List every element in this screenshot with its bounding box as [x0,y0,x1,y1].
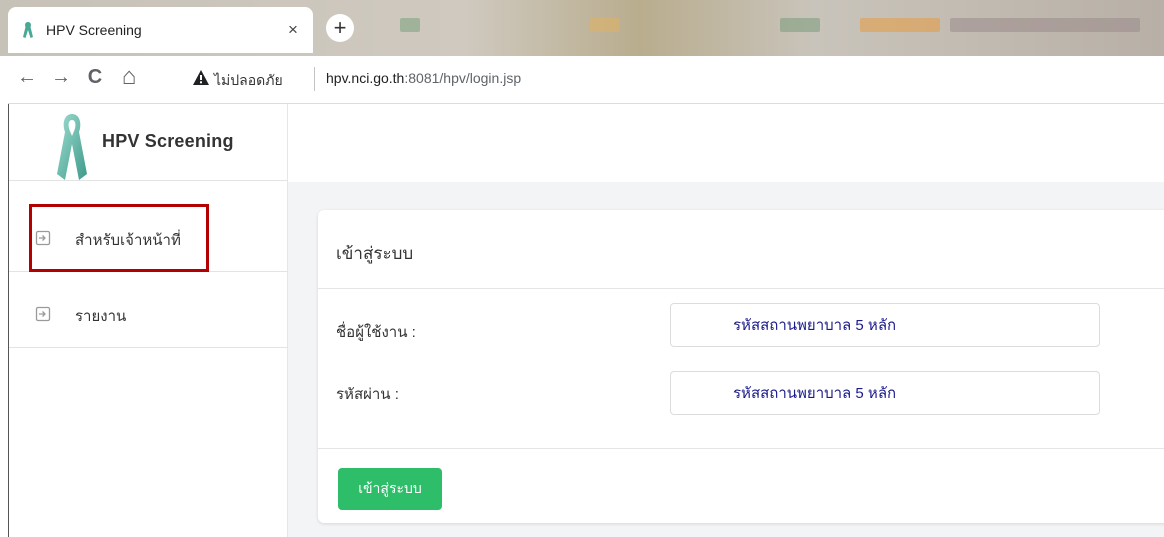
browser-toolbar: ← → C ⌂ ไม่ปลอดภัย hpv.nci.go.th:8081/hp… [8,56,1164,104]
blurred-bookmark [780,18,820,32]
blurred-bookmark [950,18,1140,32]
new-tab-button[interactable]: + [326,14,354,42]
warning-triangle-icon[interactable] [192,69,210,87]
brand-header[interactable]: HPV Screening [9,104,288,181]
forward-arrow-icon[interactable]: → [48,66,74,89]
sidebar-item-report[interactable]: รายงาน [9,280,288,348]
card-divider [318,288,1164,289]
password-label: รหัสผ่าน : [336,386,399,403]
annotation-highlight-box [29,204,209,272]
brand-name: HPV Screening [102,131,234,151]
url-divider [314,67,315,91]
sidebar-item-label: รายงาน [75,308,127,325]
blurred-bookmark [400,18,420,32]
top-header-band [288,104,1164,182]
login-card: เข้าสู่ระบบ ชื่อผู้ใช้งาน : รหัสผ่าน : เ… [318,210,1164,523]
page-viewport: HPV Screening สำหรับเจ้าหน้าที่ รายงาน เ… [8,104,1164,537]
username-label: ชื่อผู้ใช้งาน : [336,324,416,341]
login-card-title: เข้าสู่ระบบ [336,244,414,263]
teal-ribbon-logo-icon [57,114,87,180]
url-host: hpv.nci.go.th [326,70,405,86]
browser-tab-active[interactable]: HPV Screening × [8,7,313,53]
card-divider [318,448,1164,449]
tab-close-icon[interactable]: × [279,20,307,40]
url-path: :8081/hpv/login.jsp [404,70,522,86]
blurred-bookmark [590,18,620,32]
main-content: เข้าสู่ระบบ ชื่อผู้ใช้งาน : รหัสผ่าน : เ… [288,104,1164,537]
home-icon[interactable]: ⌂ [116,63,142,91]
password-input[interactable] [670,371,1100,415]
reload-icon[interactable]: C [82,66,108,89]
browser-tab-strip: HPV Screening × + [0,0,1164,56]
ribbon-favicon-icon [23,22,33,38]
tab-title: HPV Screening [46,22,142,38]
username-input[interactable] [670,303,1100,347]
not-secure-label[interactable]: ไม่ปลอดภัย [214,70,283,92]
url-field[interactable]: hpv.nci.go.th:8081/hpv/login.jsp [326,70,521,86]
blurred-bookmark [860,18,940,32]
back-arrow-icon[interactable]: ← [14,66,40,89]
sidebar: HPV Screening สำหรับเจ้าหน้าที่ รายงาน [9,104,288,537]
sign-in-icon [35,306,51,322]
login-button[interactable]: เข้าสู่ระบบ [338,468,442,510]
